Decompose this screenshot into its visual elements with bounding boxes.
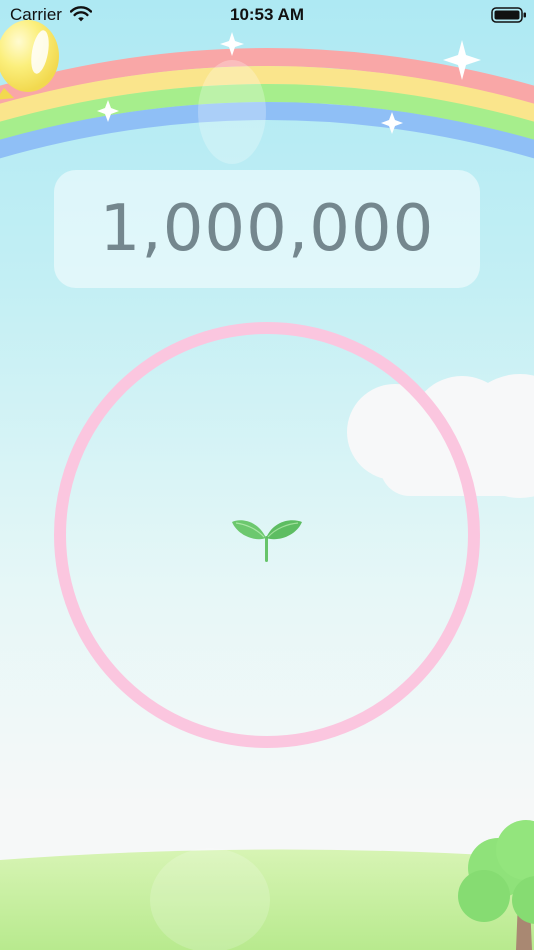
counter-panel: 1,000,000 [54, 170, 480, 288]
battery-icon [491, 7, 526, 23]
rainbow [0, 48, 534, 159]
bubble [198, 60, 266, 164]
counter-value: 1,000,000 [99, 192, 435, 266]
sprout-icon [232, 520, 302, 562]
status-bar: Carrier 10:53 AM [0, 0, 534, 30]
grass-highlight [150, 848, 270, 950]
clock-time: 10:53 AM [229, 5, 304, 24]
